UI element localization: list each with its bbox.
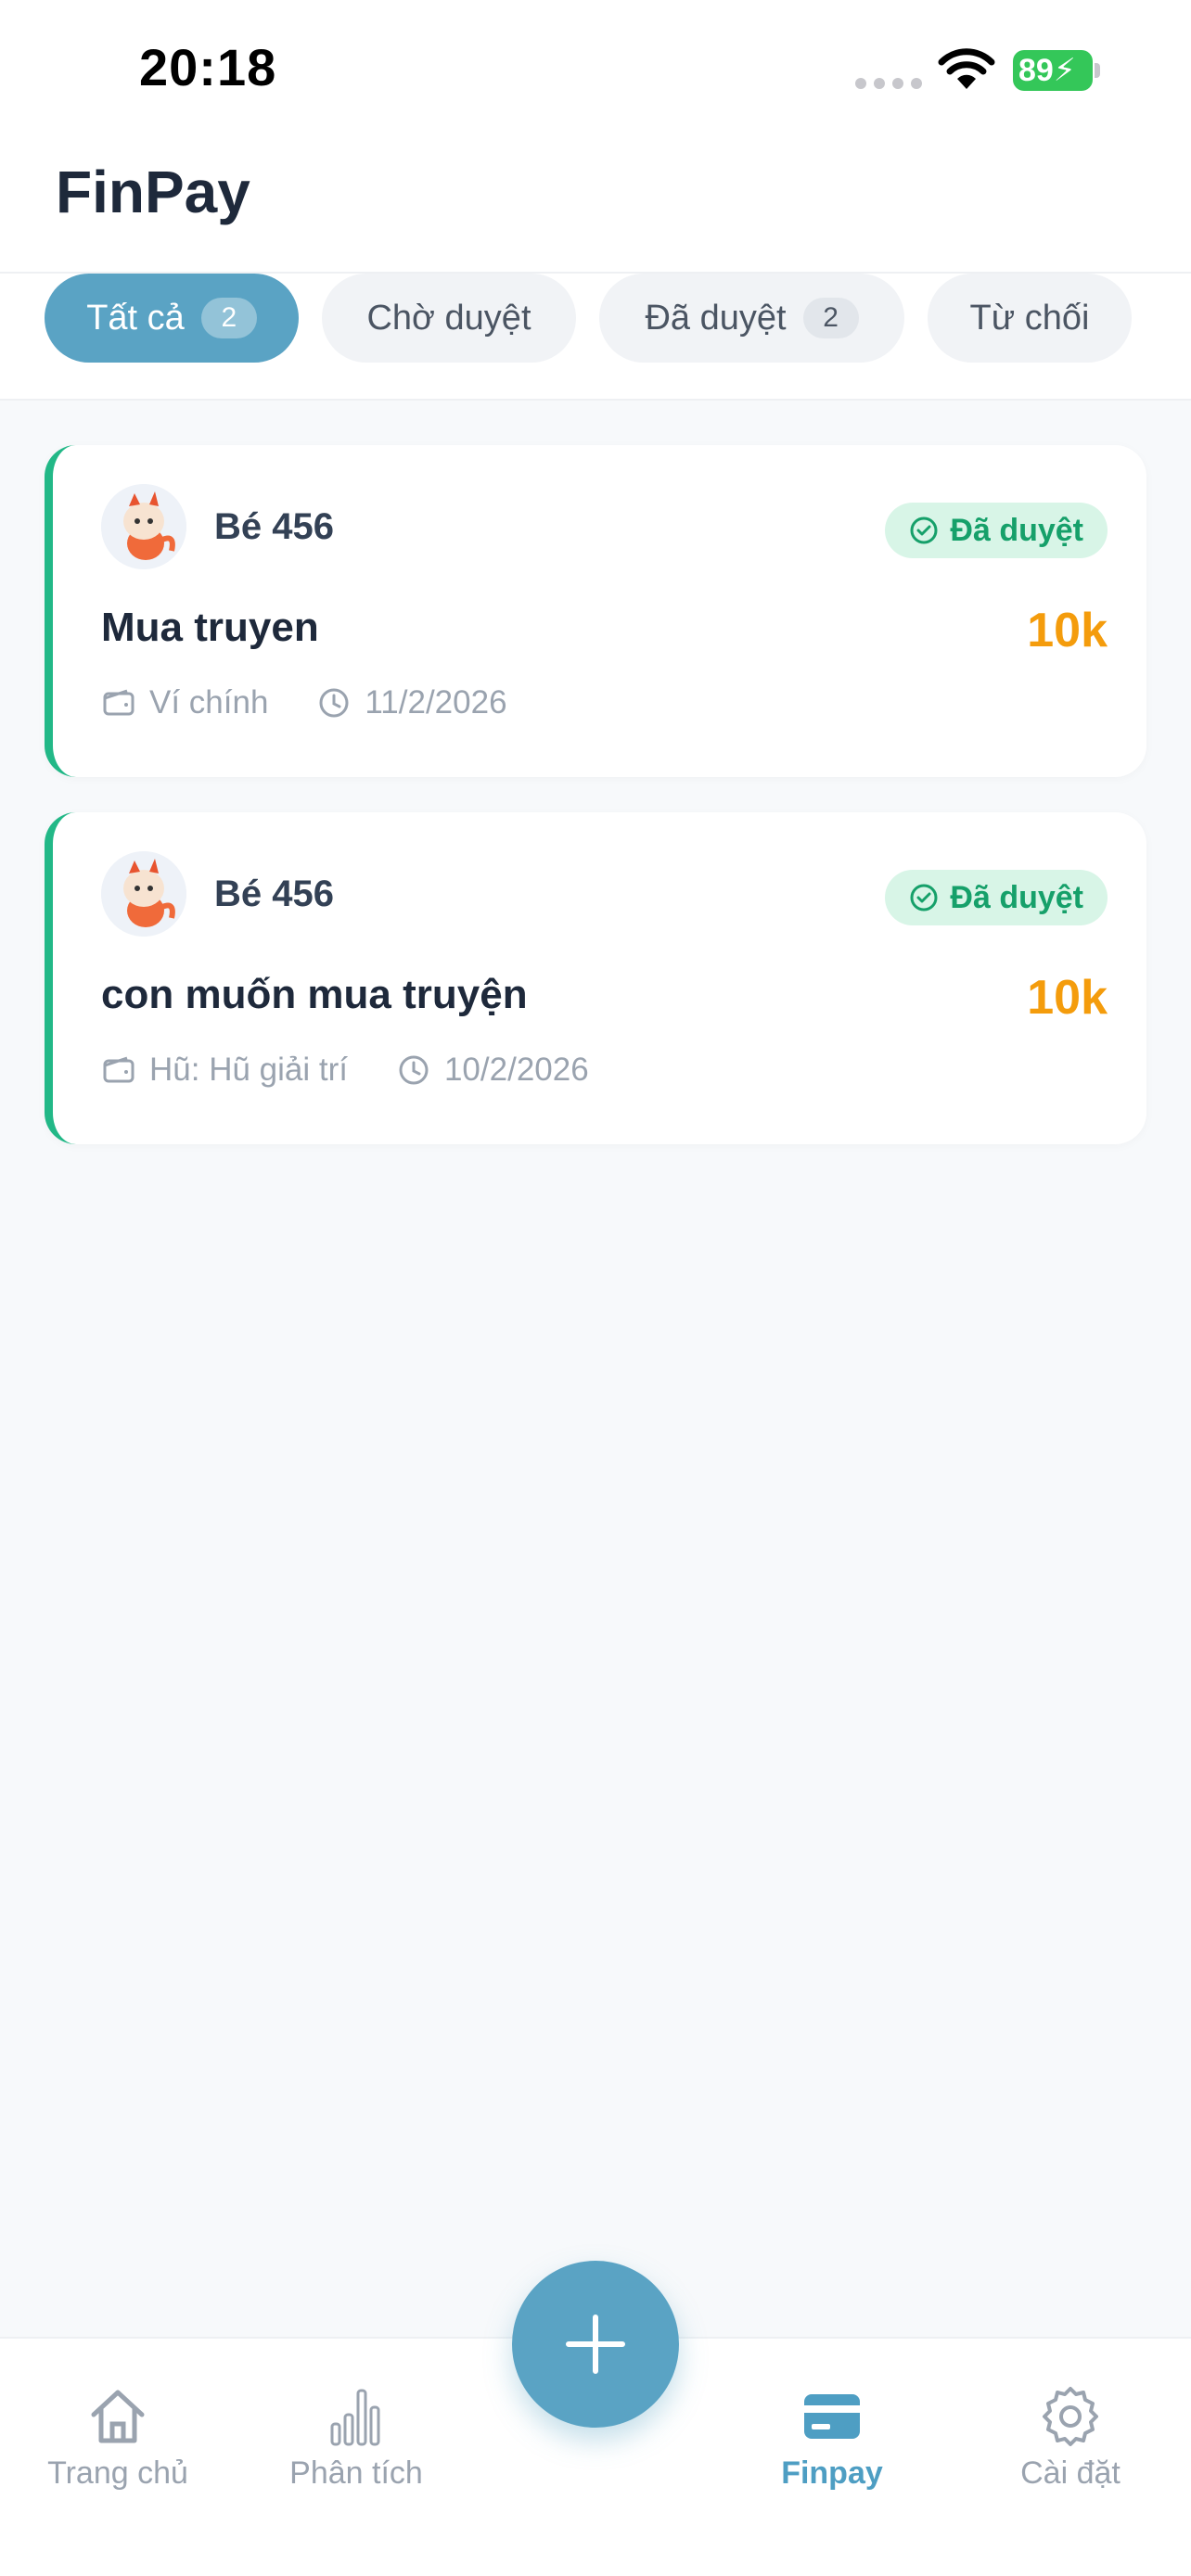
request-title: Mua truyen (101, 605, 319, 650)
tab-label: Chờ duyệt (366, 298, 531, 338)
nav-finpay[interactable]: Finpay (739, 2383, 925, 2494)
nav-analytics[interactable]: Phân tích (263, 2383, 449, 2494)
battery-level: 89 (1018, 53, 1054, 88)
request-title: con muốn mua truyện (101, 972, 528, 1017)
plus-icon (566, 2315, 625, 2374)
bar-chart-icon (330, 2389, 380, 2446)
tab-pending[interactable]: Chờ duyệt (322, 274, 576, 363)
request-amount: 10k (1027, 971, 1108, 1025)
filter-tabs: Tất cả 2 Chờ duyệt Đã duyệt 2 Từ chối (0, 274, 1191, 401)
status-badge: Đã duyệt (885, 870, 1108, 925)
page-title: FinPay (56, 159, 250, 225)
app-header: FinPay (0, 139, 1191, 274)
check-circle-icon (910, 516, 938, 544)
wallet-icon (103, 1056, 134, 1083)
nav-home[interactable]: Trang chủ (25, 2383, 211, 2494)
request-date: 11/2/2026 (365, 684, 507, 721)
request-meta: Ví chính 11/2/2026 (101, 684, 556, 721)
nav-settings[interactable]: Cài đặt (978, 2383, 1163, 2494)
card-icon (804, 2394, 860, 2439)
battery-icon: 89⚡ (1013, 50, 1102, 91)
wifi-icon (938, 48, 995, 89)
nav-label: Trang chủ (47, 2455, 188, 2491)
wallet-name: Ví chính (149, 684, 269, 721)
child-avatar (101, 851, 186, 937)
status-bar: 20:18 89⚡ (0, 0, 1191, 139)
wallet-icon (103, 689, 134, 716)
status-label: Đã duyệt (950, 879, 1083, 915)
nav-label: Cài đặt (1020, 2455, 1121, 2491)
request-card[interactable]: Bé 456 Đã duyệt con muốn mua truyện 10k … (45, 812, 1146, 1144)
tab-rejected[interactable]: Từ chối (928, 274, 1132, 363)
nav-label: Finpay (781, 2455, 883, 2491)
child-avatar (101, 484, 186, 569)
clock-icon (319, 688, 349, 718)
status-badge: Đã duyệt (885, 503, 1108, 558)
wallet-name: Hũ: Hũ giải trí (149, 1052, 348, 1088)
clock-icon (399, 1055, 429, 1085)
request-card[interactable]: Bé 456 Đã duyệt Mua truyen 10k Ví chính … (45, 445, 1146, 777)
request-date: 10/2/2026 (443, 1052, 589, 1088)
child-name: Bé 456 (214, 506, 334, 547)
cellular-signal-icon (855, 78, 922, 89)
tab-count-badge: 2 (802, 298, 859, 338)
tab-count-badge: 2 (200, 298, 257, 338)
tab-label: Đã duyệt (645, 298, 787, 338)
check-circle-icon (910, 884, 938, 912)
tab-all[interactable]: Tất cả 2 (45, 274, 299, 363)
tab-label: Từ chối (969, 298, 1090, 338)
nav-label: Phân tích (289, 2455, 423, 2491)
child-name: Bé 456 (214, 874, 334, 914)
add-request-button[interactable] (512, 2261, 679, 2428)
gear-icon (1043, 2387, 1098, 2446)
home-icon (91, 2390, 145, 2443)
request-meta: Hũ: Hũ giải trí 10/2/2026 (101, 1052, 637, 1089)
status-label: Đã duyệt (950, 512, 1083, 548)
status-time: 20:18 (139, 38, 277, 96)
tab-label: Tất cả (86, 298, 185, 338)
request-amount: 10k (1027, 604, 1108, 657)
tab-approved[interactable]: Đã duyệt 2 (599, 274, 904, 363)
